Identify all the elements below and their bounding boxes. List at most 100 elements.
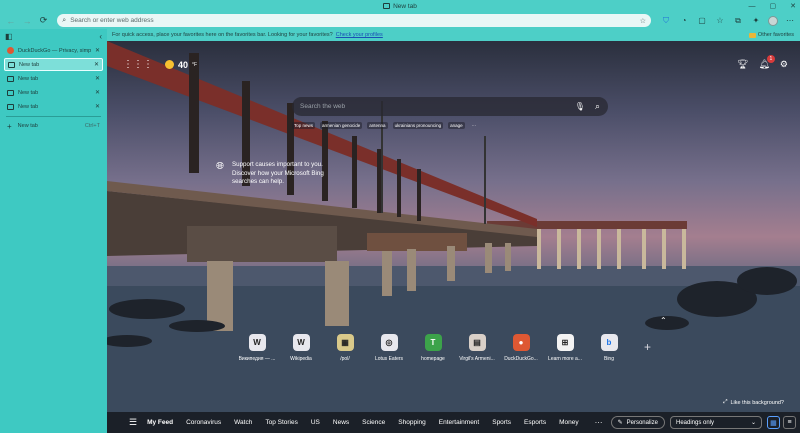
collections-icon[interactable]: ⧉: [732, 15, 744, 27]
like-background-text: Like this background?: [730, 399, 784, 406]
other-favorites-button[interactable]: Other favorites: [748, 32, 794, 38]
feed-tab[interactable]: US: [311, 419, 320, 426]
add-favorite-icon[interactable]: ☆: [640, 17, 646, 25]
page-icon: [7, 75, 14, 82]
feed-tab[interactable]: My Feed: [147, 419, 173, 426]
trending-item[interactable]: ukrainians pronouncing: [392, 122, 444, 129]
web-search-box[interactable]: Search the web 🎙︎ ⌕: [292, 97, 608, 116]
sidebar-tab-label: DuckDuckGo — Privacy, simplified.: [18, 47, 91, 54]
quick-link-icon: b: [600, 334, 618, 351]
microphone-icon[interactable]: 🎙︎: [575, 102, 585, 111]
quick-links: W Википедия — ... W Wikipedia ▦ /pol/ ◎ Lotus E…: [235, 334, 631, 362]
feed-tab[interactable]: Entertainment: [439, 419, 479, 426]
sidebar-tab[interactable]: New tab ✕: [4, 100, 103, 113]
feed-nav-bar: ☰ My Feed Coronavirus Watch Top Stories US Ne…: [107, 412, 800, 433]
collapse-sidebar-icon[interactable]: ‹: [99, 32, 102, 41]
quick-link[interactable]: Thomepage: [411, 334, 455, 362]
trending-item[interactable]: antenna: [367, 122, 388, 129]
tab-actions-icon[interactable]: ◧: [5, 32, 13, 41]
new-tab-button[interactable]: + New tab Ctrl+T: [4, 120, 103, 132]
forward-button[interactable]: →: [20, 14, 33, 28]
add-site-button[interactable]: +: [644, 340, 651, 354]
feed-tab[interactable]: Coronavirus: [186, 419, 221, 426]
close-tab-icon[interactable]: ✕: [95, 89, 100, 96]
notifications-button[interactable]: 🔔︎ 1: [758, 55, 775, 70]
refresh-extension-icon[interactable]: ◔: [678, 15, 690, 27]
sidebar-tab[interactable]: New tab ✕: [4, 72, 103, 85]
quick-link[interactable]: b Bing: [587, 334, 631, 362]
feed-tab[interactable]: Top Stories: [265, 419, 298, 426]
address-bar[interactable]: ⌕ Search or enter web address ☆: [57, 14, 651, 27]
sun-icon: [165, 60, 174, 69]
quick-link[interactable]: ● DuckDuckGo...: [499, 334, 543, 362]
feed-tab[interactable]: Shopping: [398, 419, 425, 426]
bing-support-causes[interactable]: 🌐︎ Support causes important to you. Disc…: [216, 161, 327, 187]
trending-item[interactable]: Top news: [292, 122, 316, 129]
vertical-tabs-sidebar: ◧ ‹ DuckDuckGo — Privacy, simplified.✕Ne…: [0, 29, 107, 433]
split-screen-icon[interactable]: ▢: [696, 15, 708, 27]
profile-avatar[interactable]: [768, 15, 778, 26]
close-tab-icon[interactable]: ✕: [95, 103, 100, 110]
window-title-text: New tab: [393, 2, 417, 10]
grid-view-button[interactable]: ▦: [766, 416, 780, 429]
tab-page-icon: [383, 3, 391, 9]
feed-tab[interactable]: Sports: [492, 419, 511, 426]
quick-link[interactable]: ▦ /pol/: [323, 334, 367, 362]
hamburger-menu-icon[interactable]: ☰: [129, 417, 137, 428]
close-tab-icon[interactable]: ✕: [94, 61, 99, 68]
maximize-button[interactable]: ▢: [770, 2, 777, 10]
browser-toolbar: ← → ⟳ ⌕ Search or enter web address ☆ ⛉ …: [0, 12, 800, 29]
check-profiles-link[interactable]: Check your profiles: [336, 32, 383, 38]
favorites-icon[interactable]: ☆: [714, 15, 726, 27]
feed-tab[interactable]: News: [333, 419, 349, 426]
feed-tab[interactable]: Esports: [524, 419, 546, 426]
trending-item[interactable]: armenian genocide: [320, 122, 363, 129]
settings-gear-icon[interactable]: ⚙: [780, 59, 788, 70]
sidebar-tab[interactable]: New tab ✕: [4, 58, 103, 71]
quick-link[interactable]: ◎ Lotus Eaters: [367, 334, 411, 362]
minimize-button[interactable]: —: [749, 3, 756, 10]
quick-link-label: homepage: [421, 356, 445, 362]
feed-tab[interactable]: Science: [362, 419, 385, 426]
chevron-up-icon[interactable]: ⌃: [660, 316, 667, 325]
page-icon: [8, 61, 15, 68]
weather-unit: °F: [192, 61, 198, 68]
feed-more-button[interactable]: ···: [595, 418, 603, 427]
layout-dropdown[interactable]: Headings only ⌄: [669, 416, 762, 429]
list-view-button[interactable]: ≡: [782, 416, 796, 429]
globe-icon: 🌐︎: [216, 161, 224, 172]
extensions-icon[interactable]: ✦: [750, 15, 762, 27]
weather-widget[interactable]: 40 °F: [165, 60, 197, 70]
personalize-button[interactable]: ✎ Personalize: [610, 416, 665, 429]
quick-link-icon: W: [292, 334, 310, 351]
sidebar-tab[interactable]: DuckDuckGo — Privacy, simplified. ✕: [4, 44, 103, 57]
quick-link[interactable]: W Wikipedia: [279, 334, 323, 362]
more-menu-icon[interactable]: ⋯: [784, 15, 796, 27]
sidebar-tab[interactable]: New tab ✕: [4, 86, 103, 99]
quick-link[interactable]: W Википедия — ...: [235, 334, 279, 362]
quick-link-icon: ⊞: [556, 334, 574, 351]
quick-link-label: Википедия — ...: [238, 356, 276, 362]
weather-temp: 40: [178, 59, 189, 70]
sidebar-tab-label: New tab: [18, 89, 39, 96]
app-launcher-icon[interactable]: ⋮⋮⋮: [123, 59, 153, 70]
trending-more[interactable]: ···: [470, 122, 479, 129]
quick-link[interactable]: ⊞ Learn more a...: [543, 334, 587, 362]
address-placeholder: Search or enter web address: [70, 17, 154, 24]
shield-extension-icon[interactable]: ⛉: [660, 15, 672, 27]
rewards-icon[interactable]: 🏆︎: [737, 59, 748, 70]
refresh-button[interactable]: ⟳: [37, 14, 50, 28]
search-icon[interactable]: ⌕: [595, 101, 600, 112]
back-button[interactable]: ←: [4, 14, 17, 28]
trending-item[interactable]: anage: [448, 122, 465, 129]
close-tab-icon[interactable]: ✕: [95, 47, 100, 54]
feed-tab[interactable]: Money: [559, 419, 579, 426]
feed-tab[interactable]: Watch: [234, 419, 252, 426]
favorites-bar: For quick access, place your favorites h…: [107, 29, 800, 41]
close-window-button[interactable]: ✕: [790, 2, 796, 10]
quick-link[interactable]: ▤ Virgil's Armeni...: [455, 334, 499, 362]
other-favorites-label: Other favorites: [757, 32, 794, 38]
like-background-link[interactable]: ⤢ Like this background?: [723, 399, 784, 406]
close-tab-icon[interactable]: ✕: [95, 75, 100, 82]
new-tab-label: New tab: [17, 123, 38, 129]
